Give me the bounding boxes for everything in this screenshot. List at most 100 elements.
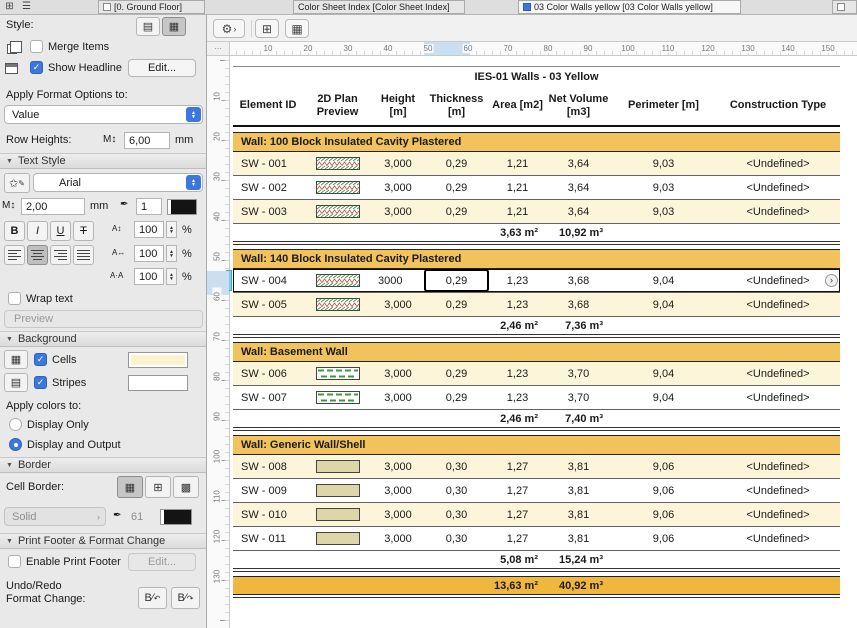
display-only-radio[interactable] — [9, 418, 22, 431]
table-edit-button[interactable]: ▦ — [285, 19, 309, 38]
tracking-stepper[interactable]: ▲▼ — [166, 268, 177, 285]
cell-net-volume[interactable]: 3,64 — [546, 200, 611, 223]
merge-items-checkbox[interactable] — [30, 40, 43, 53]
redo-format-button[interactable]: B∕↷ — [171, 587, 200, 609]
cell-element-id[interactable]: SW - 008 — [233, 455, 303, 478]
table-row[interactable]: SW - 007 3,000 0,29 1,23 3,70 9,04 <Unde… — [233, 386, 840, 410]
cell-height[interactable]: 3,000 — [372, 527, 424, 550]
cell-net-volume[interactable]: 3,81 — [546, 527, 611, 550]
section-border[interactable]: ▼ Border — [0, 457, 206, 473]
cell-element-id[interactable]: SW - 002 — [233, 176, 303, 199]
cell-net-volume[interactable]: 3,81 — [546, 479, 611, 502]
cell-2d-preview[interactable] — [303, 362, 372, 385]
cell-thickness[interactable]: 0,29 — [424, 293, 489, 316]
horizontal-ruler[interactable]: 10 20 30 40 50 60 70 80 90 100 110 120 1… — [230, 42, 857, 56]
tracking-field[interactable]: 100 — [134, 268, 164, 285]
strikethrough-button[interactable]: T — [73, 221, 94, 241]
stripes-checkbox[interactable]: ✓ — [34, 376, 47, 389]
paragraph-spacing-field[interactable]: 100 — [134, 245, 164, 262]
cell-height[interactable]: 3,000 — [372, 362, 424, 385]
cell-2d-preview[interactable] — [303, 152, 372, 175]
bold-button[interactable]: B — [4, 221, 25, 241]
cell-height[interactable]: 3,000 — [372, 176, 424, 199]
table-row[interactable]: SW - 009 3,000 0,30 1,27 3,81 9,06 <Unde… — [233, 479, 840, 503]
line-spacing-field[interactable]: 100 — [134, 221, 164, 238]
settings-button[interactable]: ⚙› — [213, 19, 245, 38]
cell-2d-preview[interactable] — [303, 176, 372, 199]
cell-net-volume[interactable]: 3,70 — [546, 386, 611, 409]
align-center-button[interactable] — [27, 245, 48, 265]
section-background[interactable]: ▼ Background — [0, 331, 206, 347]
cell-height[interactable]: 3,000 — [372, 386, 424, 409]
cell-perimeter[interactable]: 9,04 — [611, 269, 716, 292]
column-header[interactable]: Thickness [m] — [424, 87, 489, 125]
cell-construction-type[interactable]: <Undefined> — [716, 293, 840, 316]
cell-2d-preview[interactable] — [303, 527, 372, 550]
cell-construction-type[interactable]: <Undefined> — [716, 527, 840, 550]
cell-perimeter[interactable]: 9,06 — [611, 503, 716, 526]
table-row-selected[interactable]: SW - 004 3000 0,29 1,23 3,68 9,04 <Undef… — [233, 269, 840, 293]
cell-area[interactable]: 1,21 — [489, 176, 546, 199]
line-spacing-stepper[interactable]: ▲▼ — [166, 221, 177, 238]
cells-color-well[interactable] — [128, 352, 188, 368]
cell-thickness-active[interactable]: 0,29 — [424, 269, 489, 292]
section-print-footer[interactable]: ▼ Print Footer & Format Change — [0, 533, 206, 549]
tab-color-walls-yellow[interactable]: 03 Color Walls yellow [03 Color Walls ye… — [518, 0, 741, 14]
cell-height[interactable]: 3,000 — [372, 293, 424, 316]
align-right-button[interactable] — [50, 245, 71, 265]
font-size-field[interactable]: 2,00 — [21, 198, 85, 215]
cell-thickness[interactable]: 0,29 — [424, 386, 489, 409]
cell-perimeter[interactable]: 9,06 — [611, 479, 716, 502]
cell-area[interactable]: 1,23 — [489, 293, 546, 316]
table-row[interactable]: SW - 003 3,000 0,29 1,21 3,64 9,03 <Unde… — [233, 200, 840, 224]
style-layout-b-button[interactable]: ▦ — [162, 17, 186, 36]
menu-icon[interactable]: ☰ — [19, 0, 34, 14]
favorites-star-button[interactable]: ✩✎ — [4, 173, 30, 193]
cell-construction-type[interactable]: <Undefined> — [716, 200, 840, 223]
cell-area[interactable]: 1,27 — [489, 503, 546, 526]
stripes-color-well[interactable] — [128, 375, 188, 391]
cell-element-id[interactable]: SW - 003 — [233, 200, 303, 223]
wrap-text-checkbox[interactable] — [8, 292, 21, 305]
pen-number-field[interactable]: 1 — [136, 198, 162, 215]
table-row[interactable]: SW - 002 3,000 0,29 1,21 3,64 9,03 <Unde… — [233, 176, 840, 200]
cell-area[interactable]: 1,27 — [489, 527, 546, 550]
line-type-dropdown[interactable]: Solid › — [4, 507, 106, 526]
cell-perimeter[interactable]: 9,04 — [611, 386, 716, 409]
cell-area[interactable]: 1,27 — [489, 455, 546, 478]
align-justify-button[interactable] — [73, 245, 94, 265]
column-header[interactable]: 2D Plan Preview — [303, 87, 372, 125]
cell-perimeter[interactable]: 9,06 — [611, 455, 716, 478]
table-row[interactable]: SW - 005 3,000 0,29 1,23 3,68 9,04 <Unde… — [233, 293, 840, 317]
cell-element-id[interactable]: SW - 007 — [233, 386, 303, 409]
cell-net-volume[interactable]: 3,68 — [546, 293, 611, 316]
border-all-button[interactable]: ▦ — [117, 476, 143, 498]
border-pen-color-swatch[interactable] — [160, 509, 192, 525]
cell-element-id[interactable]: SW - 009 — [233, 479, 303, 502]
cell-construction-type[interactable]: <Undefined> — [716, 152, 840, 175]
border-heavy-button[interactable]: ▩ — [173, 476, 199, 498]
table-row[interactable]: SW - 006 3,000 0,29 1,23 3,70 9,04 <Unde… — [233, 362, 840, 386]
undo-format-button[interactable]: B∕↶ — [138, 587, 167, 609]
cell-height[interactable]: 3,000 — [372, 455, 424, 478]
cell-element-id[interactable]: SW - 006 — [233, 362, 303, 385]
cell-element-id[interactable]: SW - 005 — [233, 293, 303, 316]
row-height-field[interactable]: 6,00 — [124, 132, 170, 149]
text-pen-color-swatch[interactable] — [167, 199, 197, 215]
cell-thickness[interactable]: 0,30 — [424, 503, 489, 526]
cell-2d-preview[interactable] — [303, 503, 372, 526]
cell-height[interactable]: 3,000 — [372, 503, 424, 526]
column-header[interactable]: Element ID — [233, 87, 303, 125]
cell-area[interactable]: 1,23 — [489, 386, 546, 409]
vertical-ruler[interactable]: 10 20 30 40 50 60 70 80 90 100 110 120 1… — [207, 56, 230, 628]
cell-perimeter[interactable]: 9,04 — [611, 293, 716, 316]
cell-net-volume[interactable]: 3,64 — [546, 176, 611, 199]
cell-2d-preview[interactable] — [303, 386, 372, 409]
table-row[interactable]: SW - 010 3,000 0,30 1,27 3,81 9,06 <Unde… — [233, 503, 840, 527]
table-row[interactable]: SW - 011 3,000 0,30 1,27 3,81 9,06 <Unde… — [233, 527, 840, 551]
cell-thickness[interactable]: 0,29 — [424, 200, 489, 223]
show-headline-checkbox[interactable]: ✓ — [30, 61, 43, 74]
column-header[interactable]: Perimeter [m] — [611, 87, 716, 125]
cell-element-id[interactable]: SW - 010 — [233, 503, 303, 526]
cell-area[interactable]: 1,23 — [489, 269, 546, 292]
